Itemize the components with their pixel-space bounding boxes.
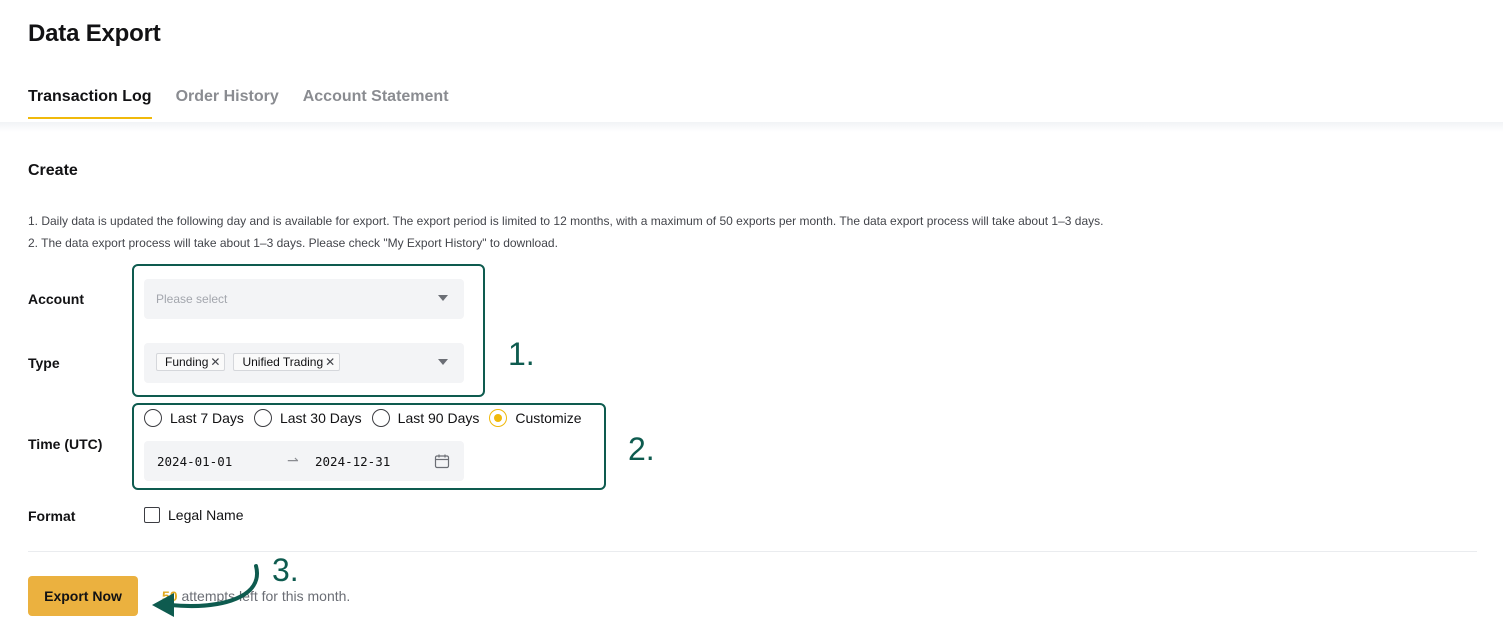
radio-circle[interactable] [253, 409, 272, 427]
radio-circle[interactable] [144, 409, 162, 427]
tab-account-statement[interactable]: Account Statement [303, 88, 449, 118]
radio-customize[interactable]: Customize [489, 409, 582, 427]
radio-last-7-days[interactable]: Last 7 Days [144, 409, 244, 427]
tab-order-history[interactable]: Order History [176, 88, 279, 118]
end-date-input[interactable]: 2024-12-31 [315, 454, 390, 469]
step-2-label: 2. [628, 431, 655, 467]
tab-bar: Transaction Log Order History Account St… [28, 88, 449, 119]
type-tags: Funding ✕ Unified Trading ✕ [156, 353, 341, 371]
time-radio-group: Last 7 Days Last 30 Days Last 90 Days Cu… [144, 409, 592, 427]
close-icon[interactable]: ✕ [210, 356, 220, 368]
account-placeholder: Please select [156, 292, 228, 306]
account-label: Account [28, 291, 84, 307]
curved-arrow-icon [152, 564, 260, 617]
note-1: 1. Daily data is updated the following d… [28, 214, 1104, 228]
radio-label: Last 90 Days [397, 410, 480, 426]
step-1-label: 1. [508, 336, 535, 372]
radio-circle-checked[interactable] [489, 409, 508, 427]
step-3-label: 3. [272, 552, 299, 588]
checkbox-label: Legal Name [168, 507, 244, 523]
page-title: Data Export [28, 20, 161, 47]
legal-name-option[interactable]: Legal Name [144, 507, 244, 523]
divider [28, 551, 1477, 552]
note-2: 2. The data export process will take abo… [28, 236, 558, 250]
radio-circle[interactable] [371, 409, 390, 427]
arrow-right-icon: ⇀ [287, 452, 299, 468]
close-icon[interactable]: ✕ [325, 356, 335, 368]
type-select[interactable]: Funding ✕ Unified Trading ✕ [144, 343, 464, 383]
export-now-button[interactable]: Export Now [28, 576, 138, 616]
type-label: Type [28, 355, 60, 371]
section-title: Create [28, 162, 78, 179]
calendar-icon[interactable] [434, 453, 450, 469]
radio-label: Customize [515, 410, 582, 426]
legal-name-checkbox[interactable] [144, 507, 160, 523]
radio-label: Last 30 Days [279, 410, 362, 426]
date-range-picker[interactable]: 2024-01-01 ⇀ 2024-12-31 [144, 441, 464, 481]
tab-divider [0, 122, 1503, 132]
radio-label: Last 7 Days [170, 410, 244, 426]
caret-down-icon [438, 359, 448, 365]
tag-unified-trading: Unified Trading ✕ [233, 353, 341, 371]
format-label: Format [28, 508, 76, 524]
time-label: Time (UTC) [28, 436, 103, 452]
start-date-input[interactable]: 2024-01-01 [157, 454, 232, 469]
radio-last-90-days[interactable]: Last 90 Days [371, 409, 480, 427]
tag-label: Funding [165, 355, 209, 369]
tag-funding: Funding ✕ [156, 353, 226, 371]
tab-transaction-log[interactable]: Transaction Log [28, 88, 152, 119]
tag-label: Unified Trading [242, 355, 324, 369]
radio-last-30-days[interactable]: Last 30 Days [253, 409, 362, 427]
account-select[interactable]: Please select [144, 279, 464, 319]
caret-down-icon [438, 295, 448, 301]
